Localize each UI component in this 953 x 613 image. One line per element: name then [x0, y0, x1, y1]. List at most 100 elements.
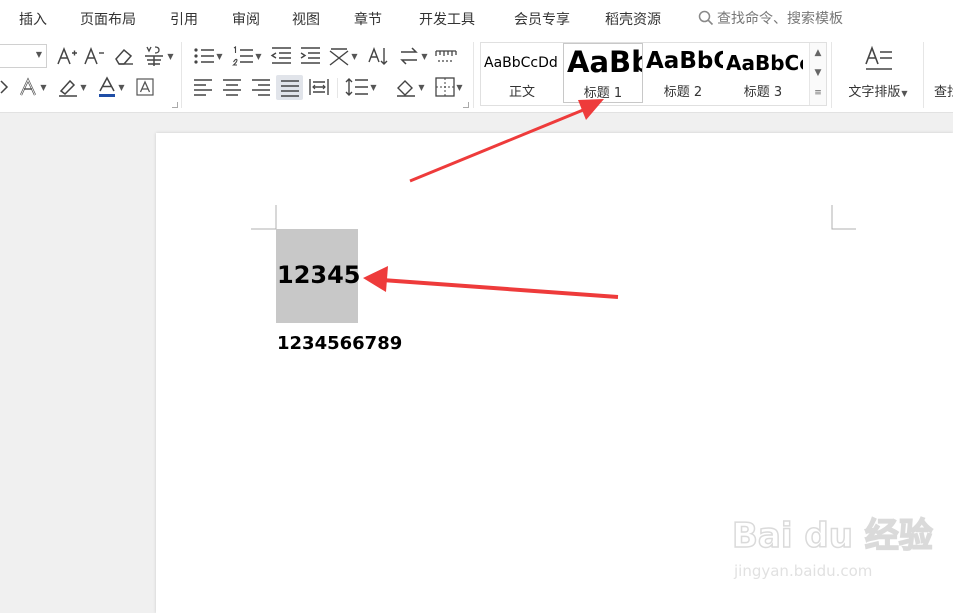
command-search-placeholder: 查找命令、搜索模板	[717, 11, 843, 27]
ruler-icon	[435, 50, 457, 62]
distributed-align-button[interactable]	[307, 76, 331, 98]
chevron-down-icon: ▼	[118, 82, 125, 92]
menu-docer-resources[interactable]: 稻壳资源	[605, 9, 661, 29]
highlight-button[interactable]: ▼	[56, 76, 88, 98]
numbered-list-icon	[232, 46, 254, 66]
text-effect-button[interactable]: ▼	[18, 76, 48, 98]
char-border-button[interactable]	[134, 76, 156, 98]
paint-bucket-icon	[397, 80, 416, 97]
align-justify-icon	[280, 79, 299, 97]
style-name: 标题 2	[663, 85, 703, 100]
text-direction-button[interactable]: ▼	[396, 45, 430, 67]
align-left-button[interactable]	[191, 76, 215, 98]
text-effect-icon	[20, 77, 37, 96]
phonetic-guide-icon	[145, 46, 164, 66]
style-name: 正文	[508, 85, 535, 100]
grow-font-button[interactable]	[56, 45, 78, 67]
text-direction-icon	[400, 47, 419, 65]
shrink-font-icon	[84, 46, 104, 65]
styles-gallery: AaBbCcDd 正文 AaBb 标题 1 AaBbC 标题 2 AaBbCc …	[480, 42, 827, 106]
align-left-icon	[194, 79, 212, 96]
phonetic-guide-button[interactable]: ▼	[140, 44, 176, 68]
chevron-down-icon: ▼	[456, 82, 463, 92]
chevron-down-icon[interactable]: ▼	[810, 63, 826, 83]
align-center-icon	[223, 79, 241, 96]
font-size-select[interactable]: ▼	[0, 44, 47, 68]
menu-view[interactable]: 视图	[292, 9, 320, 29]
chinese-layout-button[interactable]: ▼	[326, 45, 360, 67]
line-spacing-button[interactable]: ▼	[343, 76, 379, 98]
style-normal[interactable]: AaBbCcDd 正文	[481, 43, 563, 103]
style-heading-3[interactable]: AaBbCc 标题 3	[723, 43, 803, 103]
menu-developer-tools[interactable]: 开发工具	[419, 9, 475, 29]
text-layout-icon	[865, 45, 892, 70]
style-heading-2[interactable]: AaBbC 标题 2	[643, 43, 723, 103]
sort-icon	[368, 47, 388, 65]
divider	[337, 78, 338, 98]
style-sample: AaBb	[567, 45, 642, 79]
char-shading-button[interactable]	[0, 76, 12, 98]
distributed-align-icon	[309, 79, 329, 95]
menu-page-layout[interactable]: 页面布局	[80, 9, 136, 29]
clear-format-button[interactable]	[112, 45, 136, 67]
align-right-icon	[252, 79, 270, 96]
chevron-down-icon: ▼	[167, 51, 174, 61]
font-color-button[interactable]: ▼	[95, 76, 127, 98]
align-center-button[interactable]	[220, 76, 244, 98]
justify-button[interactable]	[276, 75, 303, 100]
watermark-logo: Bai du 经验	[731, 515, 933, 557]
sort-button[interactable]	[366, 45, 390, 67]
eraser-icon	[115, 48, 133, 65]
numbering-button[interactable]: ▼	[230, 45, 264, 67]
command-search[interactable]: 查找命令、搜索模板	[698, 8, 843, 28]
shrink-font-button[interactable]	[83, 45, 105, 67]
paragraph-dialog-launcher[interactable]	[463, 102, 469, 108]
chinese-layout-icon	[329, 48, 349, 66]
highlighter-icon	[59, 79, 78, 97]
style-name: 标题 3	[743, 85, 783, 100]
char-border-icon	[136, 78, 154, 96]
increase-indent-icon	[300, 47, 320, 64]
chevron-down-icon: ▼	[255, 51, 262, 61]
chevron-down-icon: ▼	[418, 82, 425, 92]
document-body-text[interactable]: 1234566789	[277, 333, 402, 354]
chevron-down-icon: ▼	[901, 89, 908, 98]
text-layout-button[interactable]: 文字排版▼	[838, 44, 918, 104]
gallery-scrollbar[interactable]: ▲ ▼ ≡	[809, 43, 826, 105]
decrease-indent-button[interactable]	[269, 45, 293, 67]
menu-bar: 插入 页面布局 引用 审阅 视图 章节 开发工具 会员专享 稻壳资源 查找命令、…	[0, 0, 953, 36]
text-layout-label: 文字排版	[848, 85, 901, 100]
find-button[interactable]: 查找	[934, 81, 953, 100]
font-color-icon	[99, 76, 116, 97]
menu-references[interactable]: 引用	[170, 9, 198, 29]
divider	[181, 42, 182, 108]
more-icon[interactable]: ≡	[810, 83, 826, 103]
bullets-button[interactable]: ▼	[191, 45, 225, 67]
borders-icon	[435, 77, 456, 97]
menu-member[interactable]: 会员专享	[514, 9, 570, 29]
menu-insert[interactable]: 插入	[19, 9, 47, 29]
borders-button[interactable]: ▼	[432, 76, 466, 98]
divider	[473, 42, 474, 108]
show-marks-button[interactable]	[434, 45, 458, 67]
line-spacing-icon	[345, 78, 369, 96]
char-shading-icon	[0, 80, 9, 94]
style-sample: AaBbCcDd	[484, 55, 558, 71]
chevron-down-icon: ▼	[421, 51, 428, 61]
font-dialog-launcher[interactable]	[172, 102, 178, 108]
menu-review[interactable]: 审阅	[232, 9, 260, 29]
chevron-up-icon[interactable]: ▲	[810, 43, 826, 63]
style-heading-1[interactable]: AaBb 标题 1	[563, 43, 643, 103]
shading-button[interactable]: ▼	[393, 76, 427, 98]
menu-section[interactable]: 章节	[354, 9, 382, 29]
bullet-list-icon	[194, 48, 215, 64]
increase-indent-button[interactable]	[298, 45, 322, 67]
document-heading[interactable]: 12345	[277, 261, 361, 289]
align-right-button[interactable]	[249, 76, 273, 98]
divider	[831, 42, 832, 108]
chevron-down-icon: ▼	[370, 82, 377, 92]
chevron-down-icon: ▼	[216, 51, 223, 61]
style-sample: AaBbC	[646, 48, 723, 74]
chevron-down-icon: ▼	[351, 51, 358, 61]
ribbon-toolbar: ▼ ▼ ▼ ▼ ▼ ▼ ▼ ▼ ▼ ▼ ▼ ▼ AaBbCcDd 正文 AaB …	[0, 36, 953, 113]
